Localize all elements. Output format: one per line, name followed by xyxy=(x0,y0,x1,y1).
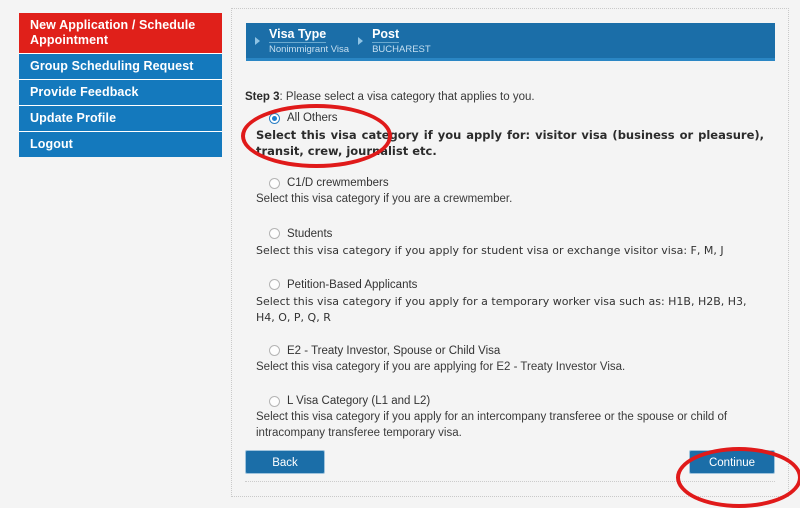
option-label-e2-treaty-investor: E2 - Treaty Investor, Spouse or Child Vi… xyxy=(287,344,501,357)
option-label-l-visa-category: L Visa Category (L1 and L2) xyxy=(287,395,431,407)
breadcrumb-item-visa-type[interactable]: Visa Type Nonimmigrant Visa xyxy=(246,23,349,58)
step-text: : Please select a visa category that app… xyxy=(279,91,535,103)
breadcrumb-value-post: BUCHAREST xyxy=(372,44,431,55)
breadcrumb-value-visa-type: Nonimmigrant Visa xyxy=(269,44,350,55)
option-students[interactable]: Students Select this visa category if yo… xyxy=(246,228,766,259)
option-e2-treaty-investor[interactable]: E2 - Treaty Investor, Spouse or Child Vi… xyxy=(246,345,766,376)
option-all-others[interactable]: All Others Select this visa category if … xyxy=(246,112,766,159)
step-number: Step 3 xyxy=(245,91,280,103)
chevron-right-icon xyxy=(358,36,364,45)
chevron-right-icon xyxy=(255,36,260,45)
sidebar-item-group-scheduling[interactable]: Group Scheduling Request xyxy=(19,54,222,80)
option-description-c1d-crewmembers: Select this visa category if you are a c… xyxy=(256,193,513,205)
breadcrumb-item-post[interactable]: Post BUCHAREST xyxy=(349,23,431,58)
option-description-l-visa-category: Select this visa category if you apply f… xyxy=(256,411,728,439)
radio-l-visa-category[interactable] xyxy=(269,395,280,407)
radio-c1d-crewmembers[interactable] xyxy=(269,177,280,189)
breadcrumb-label-visa-type: Visa Type xyxy=(269,27,327,43)
step-instruction: Step 3: Please select a visa category th… xyxy=(245,91,535,103)
option-label-c1d-crewmembers: C1/D crewmembers xyxy=(287,177,389,189)
option-l-visa-category[interactable]: L Visa Category (L1 and L2) Select this … xyxy=(246,395,766,441)
continue-button[interactable]: Continue xyxy=(689,450,775,474)
option-label-all-others: All Others xyxy=(287,112,338,124)
sidebar-nav: New Application / Schedule Appointment G… xyxy=(19,13,222,157)
breadcrumb-label-post: Post xyxy=(372,27,400,43)
option-label-students: Students xyxy=(287,227,333,240)
option-c1d-crewmembers[interactable]: C1/D crewmembers Select this visa catego… xyxy=(246,177,766,208)
option-description-e2-treaty-investor: Select this visa category if you are app… xyxy=(256,360,626,373)
radio-students[interactable] xyxy=(269,228,280,239)
option-petition-based[interactable]: Petition-Based Applicants Select this vi… xyxy=(246,279,766,326)
option-label-petition-based: Petition-Based Applicants xyxy=(287,278,418,291)
radio-petition-based[interactable] xyxy=(269,279,280,290)
sidebar-item-new-application[interactable]: New Application / Schedule Appointment xyxy=(19,13,222,54)
radio-all-others[interactable] xyxy=(269,112,280,124)
radio-e2-treaty-investor[interactable] xyxy=(269,345,280,356)
option-description-students: Select this visa category if you apply f… xyxy=(256,243,724,257)
sidebar-item-logout[interactable]: Logout xyxy=(19,132,222,157)
visa-category-options: All Others Select this visa category if … xyxy=(246,112,766,455)
breadcrumb: Visa Type Nonimmigrant Visa Post BUCHARE… xyxy=(246,23,775,61)
option-description-all-others: Select this visa category if you apply f… xyxy=(256,128,764,158)
option-description-petition-based: Select this visa category if you apply f… xyxy=(256,294,747,324)
sidebar-item-update-profile[interactable]: Update Profile xyxy=(19,106,222,132)
footer-divider xyxy=(245,481,775,482)
main-panel: Visa Type Nonimmigrant Visa Post BUCHARE… xyxy=(231,8,789,497)
back-button[interactable]: Back xyxy=(245,450,325,474)
sidebar-item-provide-feedback[interactable]: Provide Feedback xyxy=(19,80,222,106)
